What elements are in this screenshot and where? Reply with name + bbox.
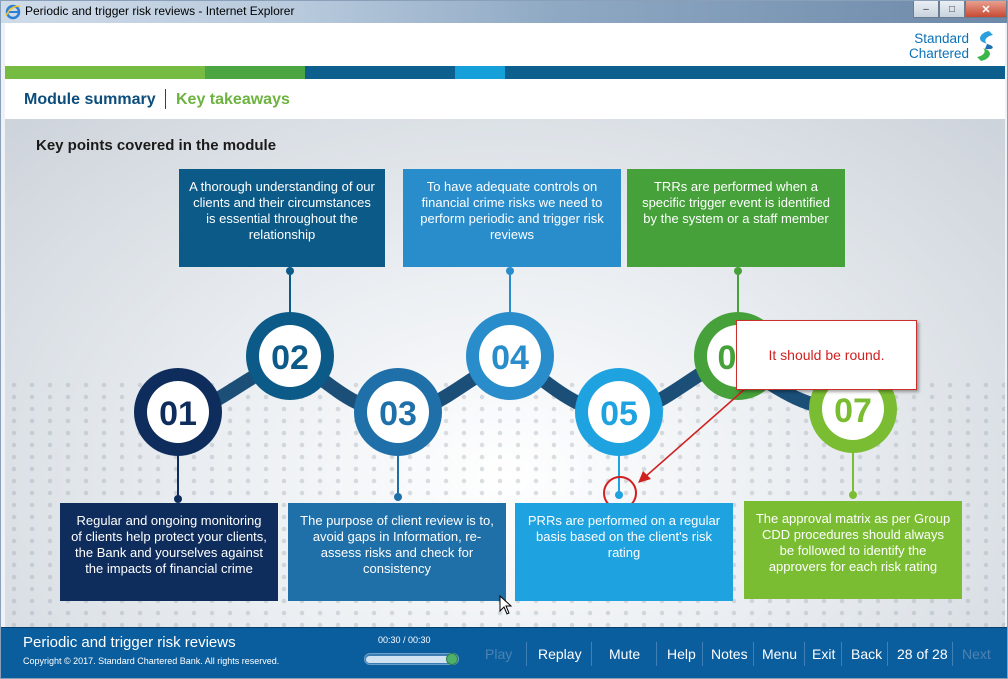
progress-fill	[366, 656, 453, 663]
footer-divider	[591, 642, 592, 666]
point-box-01: Regular and ongoing monitoring of client…	[60, 503, 278, 601]
standard-chartered-logo: Standard Chartered	[909, 29, 997, 63]
progress-handle[interactable]	[446, 653, 458, 665]
maximize-button[interactable]: □	[939, 1, 965, 18]
replay-button[interactable]: Replay	[538, 646, 582, 662]
stem-dot-03	[394, 493, 402, 501]
course-content: Standard Chartered Module summary Key ta…	[5, 23, 1005, 627]
course-title: Periodic and trigger risk reviews	[23, 634, 236, 651]
stem-dot-01	[174, 495, 182, 503]
next-button[interactable]: Next	[962, 646, 991, 662]
stem-dot-04	[506, 267, 514, 275]
point-box-07: The approval matrix as per Group CDD pro…	[744, 501, 962, 599]
number-04: 04	[491, 339, 529, 377]
point-box-04: To have adequate controls on financial c…	[403, 169, 621, 267]
point-box-02: A thorough understanding of our clients …	[179, 169, 385, 267]
mute-button[interactable]: Mute	[609, 646, 640, 662]
number-06: 0	[718, 339, 737, 377]
help-button[interactable]: Help	[667, 646, 696, 662]
point-box-06: TRRs are performed when a specific trigg…	[627, 169, 845, 267]
number-05: 05	[600, 395, 638, 433]
nav-divider	[165, 89, 166, 109]
annotation-callout: It should be round.	[736, 320, 917, 390]
browser-window: Periodic and trigger risk reviews - Inte…	[0, 0, 1008, 679]
logo-line-2: Chartered	[908, 46, 969, 61]
point-box-03: The purpose of client review is to, avoi…	[288, 503, 506, 601]
stem-dot-06	[734, 267, 742, 275]
footer-divider	[841, 642, 842, 666]
brand-stripe	[5, 66, 1005, 79]
footer-divider	[753, 642, 754, 666]
logo-line-1: Standard	[914, 31, 969, 46]
course-header: Standard Chartered	[5, 23, 1005, 66]
player-footer: Periodic and trigger risk reviews Copyri…	[1, 627, 1007, 678]
number-02: 02	[271, 339, 309, 377]
footer-divider	[887, 642, 888, 666]
copyright-text: Copyright © 2017. Standard Chartered Ban…	[23, 656, 280, 666]
number-01: 01	[159, 395, 197, 433]
back-button[interactable]: Back	[851, 646, 882, 662]
notes-button[interactable]: Notes	[711, 646, 748, 662]
number-03: 03	[379, 395, 417, 433]
footer-divider	[702, 642, 703, 666]
module-nav: Module summary Key takeaways	[5, 79, 1005, 119]
minimize-button[interactable]: ‒	[913, 1, 939, 18]
playback-timer: 00:30 / 00:30	[378, 635, 431, 645]
stem-dot-02	[286, 267, 294, 275]
footer-divider	[952, 642, 953, 666]
mouse-cursor-icon	[499, 595, 513, 615]
internet-explorer-icon	[5, 4, 21, 20]
stem-dot-05	[615, 491, 623, 499]
number-07: 07	[834, 392, 872, 430]
footer-divider	[804, 642, 805, 666]
window-controls: ‒ □ ✕	[913, 1, 1007, 19]
close-button[interactable]: ✕	[965, 1, 1007, 18]
standard-chartered-mark-icon	[977, 31, 993, 61]
footer-divider	[656, 642, 657, 666]
tab-key-takeaways[interactable]: Key takeaways	[176, 91, 290, 109]
point-box-05: PRRs are performed on a regular basis ba…	[515, 503, 733, 601]
menu-button[interactable]: Menu	[762, 646, 797, 662]
progress-scrubber[interactable]	[364, 653, 459, 665]
takeaways-stage: Key points covered in the module 01 02 0…	[5, 119, 1005, 627]
stem-dot-07	[849, 491, 857, 499]
exit-button[interactable]: Exit	[812, 646, 835, 662]
title-bar: Periodic and trigger risk reviews - Inte…	[1, 1, 1007, 23]
page-indicator: 28 of 28	[897, 646, 948, 662]
footer-divider	[526, 642, 527, 666]
window-title: Periodic and trigger risk reviews - Inte…	[25, 4, 295, 18]
play-button[interactable]: Play	[485, 646, 512, 662]
tab-module-summary[interactable]: Module summary	[24, 91, 156, 109]
